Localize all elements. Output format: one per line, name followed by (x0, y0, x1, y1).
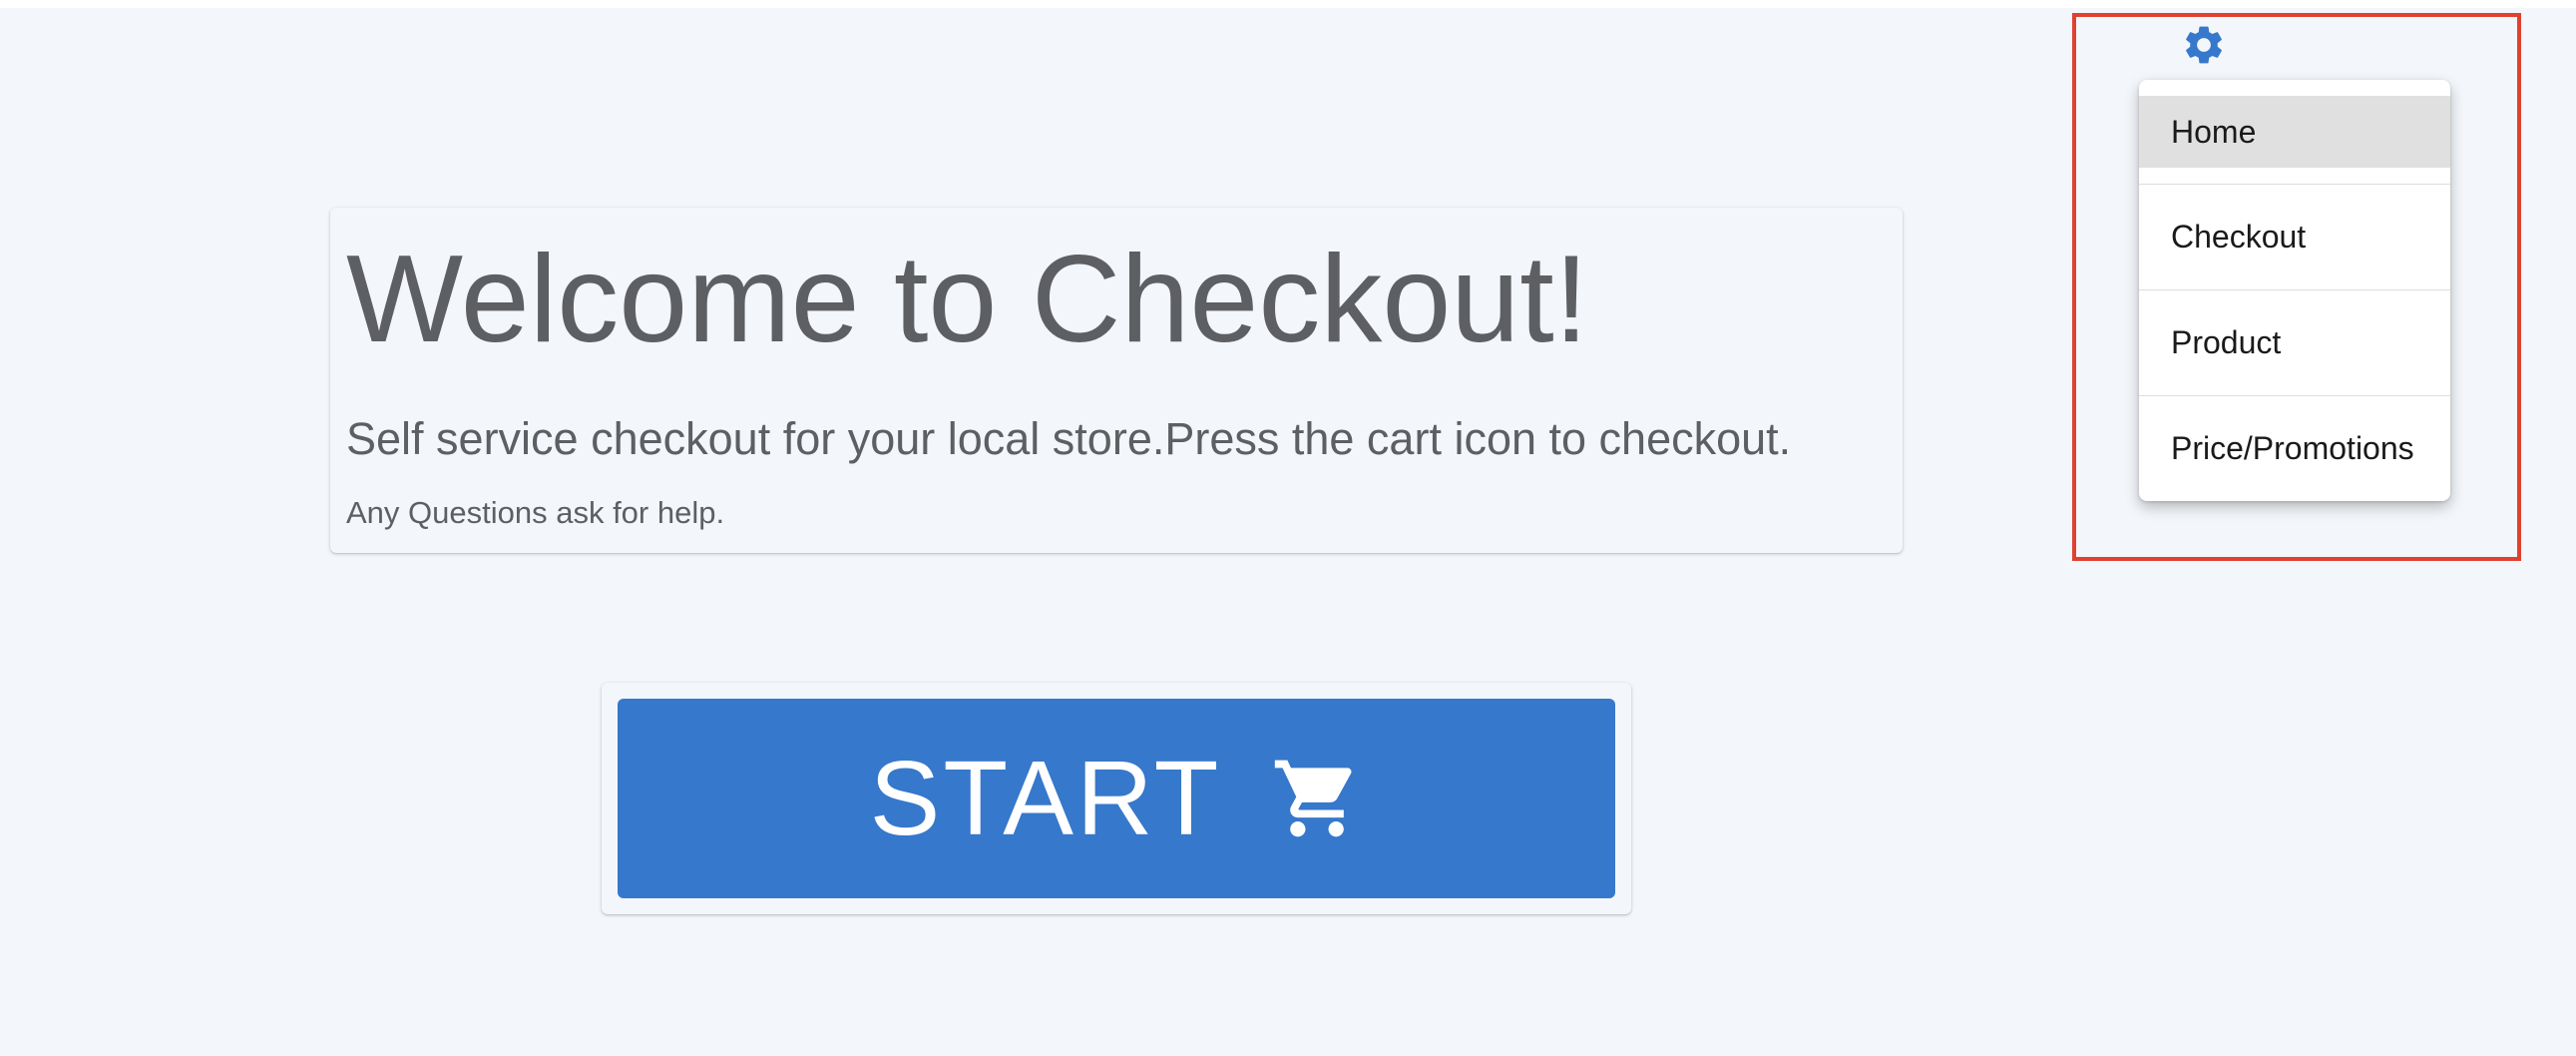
settings-menu: Home Checkout Product Price/Promotions (2139, 80, 2450, 501)
cart-icon (1275, 760, 1352, 837)
help-text: Any Questions ask for help. (346, 495, 725, 530)
start-card: START (602, 683, 1631, 914)
menu-item-checkout[interactable]: Checkout (2139, 185, 2450, 289)
page-title: Welcome to Checkout! (346, 231, 1589, 368)
start-button[interactable]: START (618, 699, 1615, 898)
welcome-subtitle: Self service checkout for your local sto… (346, 413, 1792, 464)
start-button-label: START (869, 740, 1222, 857)
menu-item-product[interactable]: Product (2139, 290, 2450, 395)
menu-item-price-promotions[interactable]: Price/Promotions (2139, 396, 2450, 501)
gear-icon[interactable] (2181, 22, 2227, 68)
menu-item-home[interactable]: Home (2139, 96, 2450, 168)
top-strip (0, 0, 2576, 8)
welcome-card: Welcome to Checkout! Self service checko… (330, 208, 1903, 553)
